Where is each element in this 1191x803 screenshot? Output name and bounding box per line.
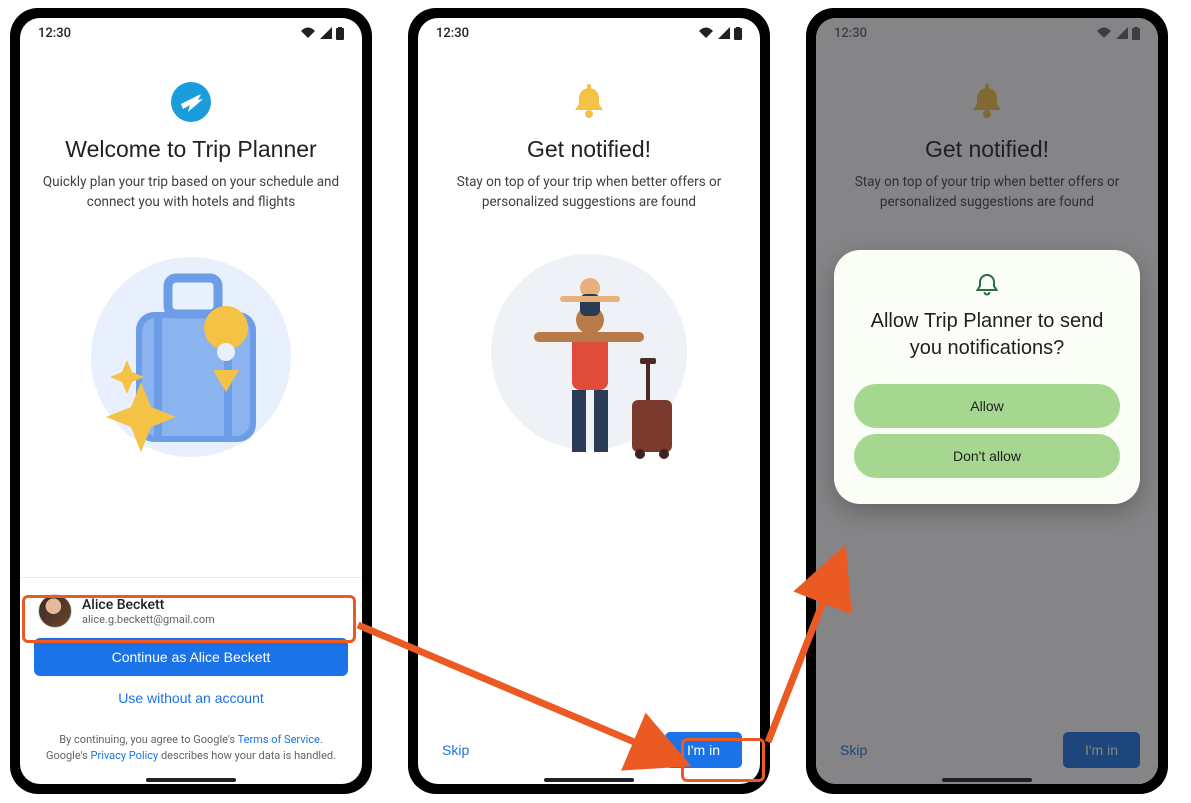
traveler-illustration — [474, 232, 704, 472]
status-bar: 12:30 — [20, 18, 362, 48]
wifi-icon — [698, 27, 714, 39]
bell-outline-icon — [854, 272, 1120, 298]
avatar — [38, 594, 72, 628]
suitcase-illustration — [76, 232, 306, 462]
welcome-title: Welcome to Trip Planner — [65, 136, 316, 163]
status-icons — [300, 27, 344, 40]
screen-permission-dialog: 12:30 Get notified! Stay on top of your — [816, 18, 1158, 784]
bottom-bar: Skip I'm in — [418, 722, 760, 774]
account-email: alice.g.beckett@gmail.com — [82, 613, 215, 626]
screen-notify-prompt: 12:30 Get notified! Stay on top of your — [418, 18, 760, 784]
dont-allow-button[interactable]: Don't allow — [854, 434, 1120, 478]
phone-frame-2: 12:30 Get notified! Stay on top of your — [408, 8, 770, 794]
wifi-icon — [300, 27, 316, 39]
nav-handle[interactable] — [544, 778, 634, 782]
screen-welcome: 12:30 Welcome to Trip Planner Quickly pl… — [20, 18, 362, 784]
welcome-subtitle: Quickly plan your trip based on your sch… — [42, 173, 340, 212]
terms-link[interactable]: Terms of Service — [238, 733, 320, 746]
account-name: Alice Beckett — [82, 597, 215, 613]
account-row[interactable]: Alice Beckett alice.g.beckett@gmail.com — [34, 588, 348, 638]
legal-text: By continuing, you agree to Google's Ter… — [20, 716, 362, 774]
phone-frame-1: 12:30 Welcome to Trip Planner Quickly pl… — [10, 8, 372, 794]
im-in-button[interactable]: I'm in — [665, 732, 742, 768]
cell-signal-icon — [718, 27, 730, 39]
notify-subtitle: Stay on top of your trip when better off… — [440, 173, 738, 212]
status-bar: 12:30 — [418, 18, 760, 48]
notify-title: Get notified! — [527, 136, 651, 163]
airplane-icon — [171, 82, 211, 126]
account-section: Alice Beckett alice.g.beckett@gmail.com … — [20, 577, 362, 716]
use-without-account-button[interactable]: Use without an account — [34, 676, 348, 716]
nav-handle[interactable] — [146, 778, 236, 782]
permission-dialog: Allow Trip Planner to send you notificat… — [834, 250, 1140, 504]
battery-icon — [734, 27, 742, 40]
bell-icon — [569, 82, 609, 126]
dialog-title: Allow Trip Planner to send you notificat… — [854, 308, 1120, 362]
continue-button[interactable]: Continue as Alice Beckett — [34, 638, 348, 676]
battery-icon — [336, 27, 344, 40]
allow-button[interactable]: Allow — [854, 384, 1120, 428]
privacy-link[interactable]: Privacy Policy — [91, 749, 159, 762]
status-time: 12:30 — [436, 26, 469, 41]
phone-frame-3: 12:30 Get notified! Stay on top of your — [806, 8, 1168, 794]
status-icons — [698, 27, 742, 40]
skip-button[interactable]: Skip — [436, 734, 475, 766]
onboarding-content: Welcome to Trip Planner Quickly plan you… — [20, 48, 362, 577]
onboarding-content: Get notified! Stay on top of your trip w… — [418, 48, 760, 722]
status-time: 12:30 — [38, 26, 71, 41]
cell-signal-icon — [320, 27, 332, 39]
